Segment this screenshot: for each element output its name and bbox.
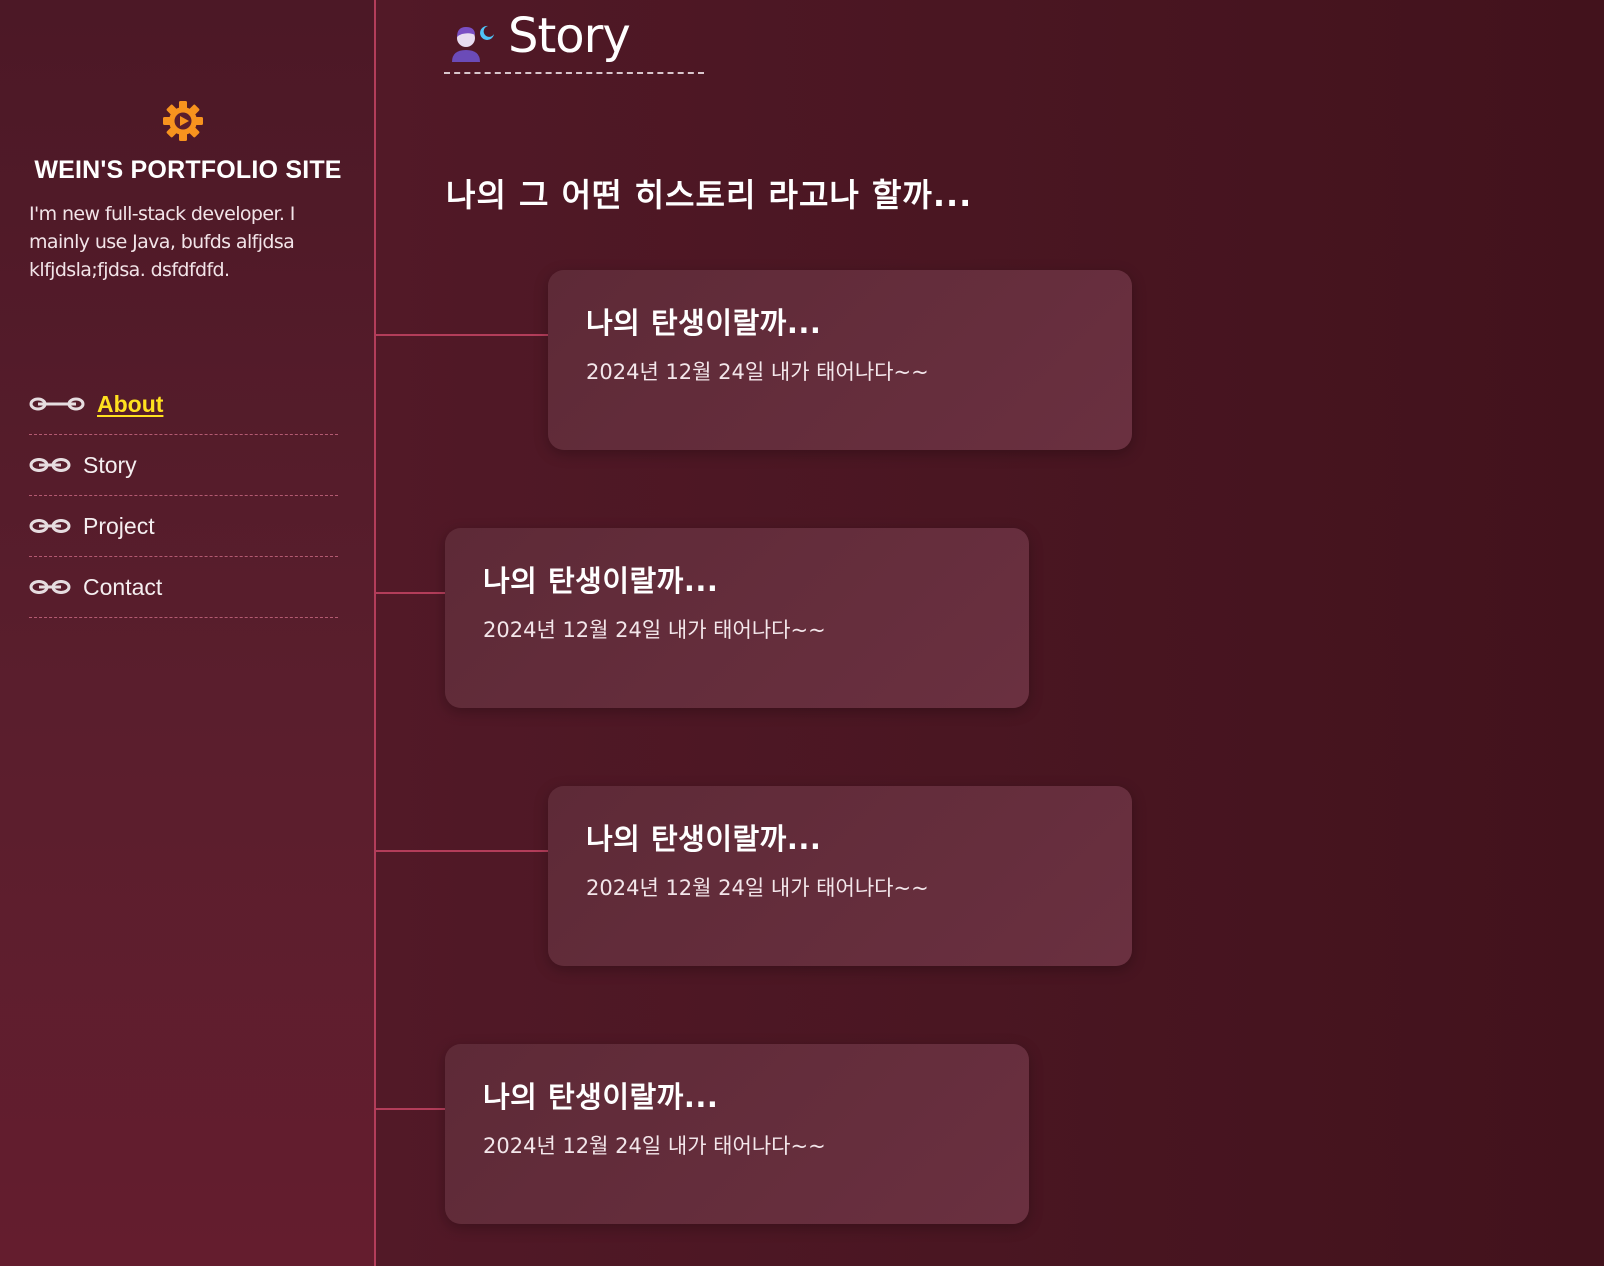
page-title: Story [508,8,631,64]
timeline-card[interactable]: 나의 탄생이랄까... 2024년 12월 24일 내가 태어나다~~ [445,528,1029,708]
timeline-card[interactable]: 나의 탄생이랄까... 2024년 12월 24일 내가 태어나다~~ [445,1044,1029,1224]
nav-label-project: Project [83,512,155,539]
timeline-connector [376,850,548,852]
card-title: 나의 탄생이랄까... [586,822,822,856]
link-icon [29,397,85,411]
timeline-connector [376,592,446,594]
nav-item-story[interactable]: Story [29,435,338,496]
timeline-connector [376,1108,446,1110]
card-text: 2024년 12월 24일 내가 태어나다~~ [586,360,929,384]
card-text: 2024년 12월 24일 내가 태어나다~~ [483,618,826,642]
sidebar-nav: About Story Project Contact [29,374,338,618]
card-text: 2024년 12월 24일 내가 태어나다~~ [483,1134,826,1158]
nav-label-story: Story [83,451,137,478]
gear-play-icon[interactable] [162,100,204,142]
page-header: Story [444,8,704,74]
site-title: WEIN'S PORTFOLIO SITE [34,156,342,184]
nav-label-about: About [97,390,164,417]
card-text: 2024년 12월 24일 내가 태어나다~~ [586,876,929,900]
nav-item-contact[interactable]: Contact [29,557,338,618]
story-subtitle: 나의 그 어떤 히스토리 라고나 할까... [446,176,973,214]
link-icon [29,580,71,594]
timeline-connector [376,334,548,336]
nav-item-about[interactable]: About [29,374,338,435]
link-icon [29,458,71,472]
link-icon [29,519,71,533]
nav-label-contact: Contact [83,573,163,600]
card-title: 나의 탄생이랄까... [586,306,822,340]
card-title: 나의 탄생이랄까... [483,1080,719,1114]
timeline-card[interactable]: 나의 탄생이랄까... 2024년 12월 24일 내가 태어나다~~ [548,270,1132,450]
person-moon-icon [452,25,494,62]
timeline-card[interactable]: 나의 탄생이랄까... 2024년 12월 24일 내가 태어나다~~ [548,786,1132,966]
nav-item-project[interactable]: Project [29,496,338,557]
card-title: 나의 탄생이랄까... [483,564,719,598]
sidebar: WEIN'S PORTFOLIO SITE I'm new full-stack… [0,0,376,1266]
site-description: I'm new full-stack developer. I mainly u… [29,203,295,281]
